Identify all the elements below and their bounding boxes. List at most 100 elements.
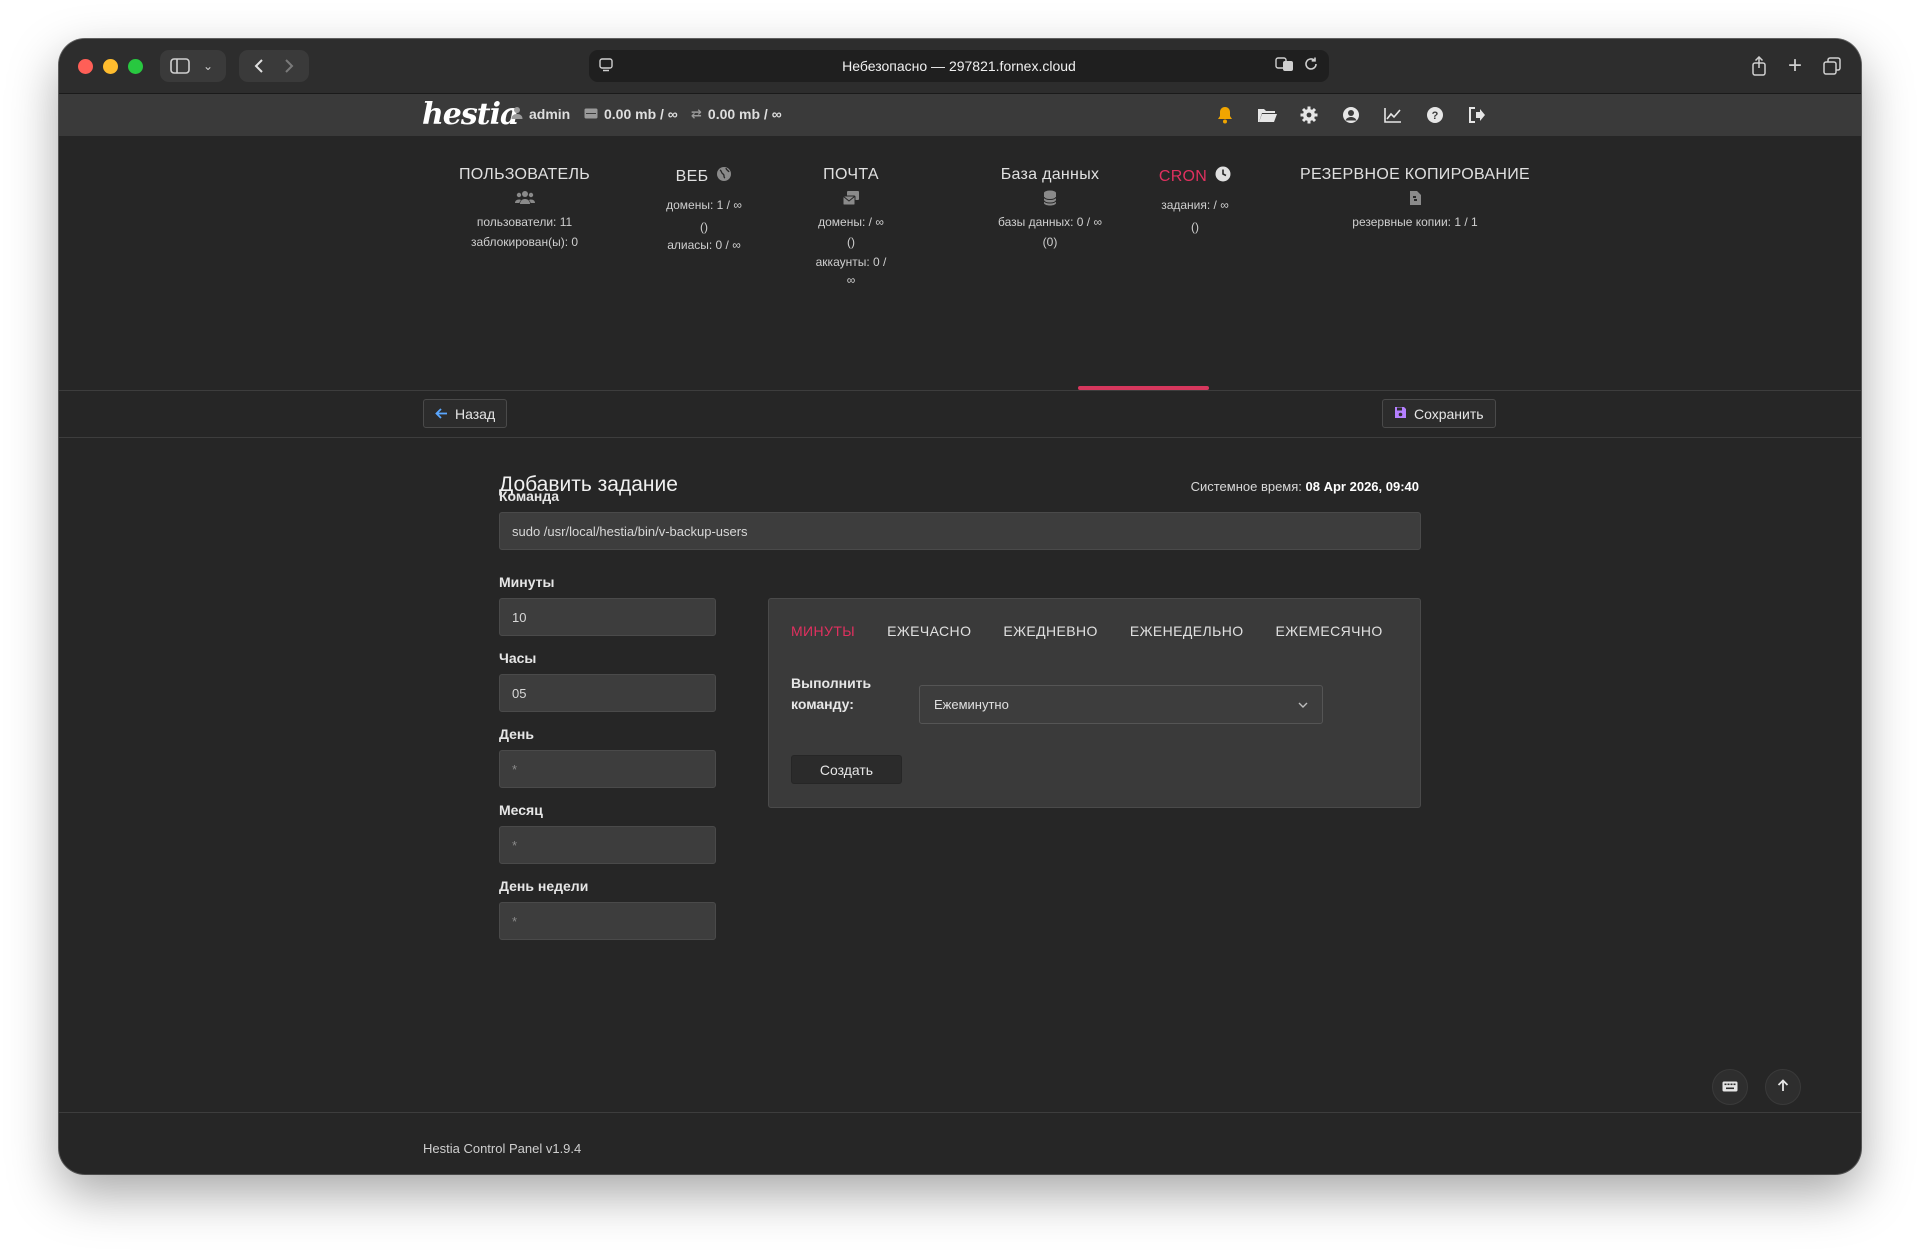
- hestia-logo[interactable]: hestia: [422, 97, 519, 132]
- web-domains-count: домены: 1 / ∞: [666, 198, 742, 212]
- tab-monthly[interactable]: ЕЖЕМЕСЯЧНО: [1276, 623, 1383, 639]
- scroll-to-top-button[interactable]: [1765, 1069, 1801, 1105]
- tab-cron[interactable]: CRON задания: / ∞ (): [1152, 166, 1238, 235]
- mail-domains-extra: (): [847, 235, 855, 249]
- day-input[interactable]: *: [499, 750, 716, 788]
- tab-weekly[interactable]: ЕЖЕНЕДЕЛЬНО: [1130, 623, 1244, 639]
- command-input[interactable]: sudo /usr/local/hestia/bin/v-backup-user…: [499, 512, 1421, 550]
- file-manager-folder-icon[interactable]: [1255, 103, 1279, 127]
- close-window-button[interactable]: [78, 59, 93, 74]
- chevron-down-icon[interactable]: ⌄: [196, 51, 220, 81]
- arrow-left-icon: [435, 406, 448, 422]
- tab-database-title: База данных: [1000, 166, 1100, 183]
- hestia-header: hestia admin 0.00 mb / ∞ ⇄ 0.00 mb / ∞ ?: [59, 94, 1861, 136]
- cron-jobs-count: задания: / ∞: [1161, 198, 1229, 212]
- suspended-count: заблокирован(ы): 0: [470, 235, 579, 249]
- frequency-select-value: Ежеминутно: [934, 697, 1009, 712]
- cron-generator-tabs: МИНУТЫ ЕЖЕЧАСНО ЕЖЕДНЕВНО ЕЖЕНЕДЕЛЬНО ЕЖ…: [791, 623, 1383, 639]
- create-button[interactable]: Создать: [791, 755, 902, 784]
- mail-accounts-limit: ∞: [846, 273, 856, 287]
- user-indicator[interactable]: admin: [511, 106, 570, 122]
- disk-usage: 0.00 mb / ∞: [584, 106, 678, 122]
- backup-file-icon: [1285, 190, 1545, 208]
- minutes-input[interactable]: 10: [499, 598, 716, 636]
- web-domains-extra: (): [700, 220, 708, 234]
- databases-count: базы данных: 0 / ∞: [997, 215, 1103, 229]
- arrow-up-icon: [1777, 1078, 1789, 1096]
- disk-icon: [584, 107, 598, 122]
- notifications-bell-icon[interactable]: [1213, 103, 1237, 127]
- month-label: Месяц: [499, 802, 543, 818]
- frequency-select[interactable]: Ежеминутно: [919, 685, 1323, 724]
- save-button[interactable]: Сохранить: [1382, 399, 1496, 428]
- tab-daily[interactable]: ЕЖЕДНЕВНО: [1003, 623, 1097, 639]
- backups-count: резервные копии: 1 / 1: [1352, 215, 1478, 229]
- zoom-window-button[interactable]: [128, 59, 143, 74]
- statistics-chart-icon[interactable]: [1381, 103, 1405, 127]
- settings-gear-icon[interactable]: [1297, 103, 1321, 127]
- command-label: Команда: [499, 488, 559, 504]
- users-count: пользователи: 11: [476, 215, 573, 229]
- svg-text:?: ?: [1432, 110, 1439, 122]
- tab-user-title: ПОЛЬЗОВАТЕЛЬ: [458, 166, 591, 183]
- bandwidth-usage: ⇄ 0.00 mb / ∞: [691, 106, 782, 122]
- share-icon[interactable]: [1745, 51, 1773, 81]
- help-question-icon[interactable]: ?: [1423, 103, 1447, 127]
- back-button[interactable]: Назад: [423, 399, 508, 428]
- back-button-label: Назад: [455, 405, 496, 422]
- day-label: День: [499, 726, 534, 742]
- back-nav-icon[interactable]: [245, 51, 273, 81]
- stats-tabs: ПОЛЬЗОВАТЕЛЬ пользователи: 11 заблокиров…: [59, 136, 1861, 391]
- weekday-label: День недели: [499, 878, 589, 894]
- cron-generator: МИНУТЫ ЕЖЕЧАСНО ЕЖЕДНЕВНО ЕЖЕНЕДЕЛЬНО ЕЖ…: [768, 598, 1421, 808]
- tab-web[interactable]: ВЕБ домены: 1 / ∞ () алиасы: 0 / ∞: [650, 166, 758, 253]
- transfer-icon: ⇄: [691, 106, 702, 121]
- tab-database[interactable]: База данных базы данных: 0 / ∞ (0): [980, 166, 1120, 250]
- browser-window: ⌄ Небезопасно — 297821.fornex.cloud + he…: [59, 39, 1861, 1174]
- keyboard-icon: [1722, 1079, 1738, 1096]
- address-bar[interactable]: Небезопасно — 297821.fornex.cloud: [589, 50, 1329, 82]
- minutes-label: Минуты: [499, 574, 555, 590]
- system-time: Системное время: 08 Apr 2026, 09:40: [1191, 479, 1419, 494]
- month-input[interactable]: *: [499, 826, 716, 864]
- active-tab-indicator: [1078, 386, 1209, 390]
- translate-icon[interactable]: [1275, 56, 1295, 76]
- minimize-window-button[interactable]: [103, 59, 118, 74]
- browser-toolbar: ⌄ Небезопасно — 297821.fornex.cloud +: [59, 39, 1861, 94]
- globe-icon: [716, 166, 732, 187]
- tab-minutes[interactable]: МИНУТЫ: [791, 623, 855, 639]
- tabs-overview-icon[interactable]: [1818, 51, 1846, 81]
- address-text: Небезопасно — 297821.fornex.cloud: [842, 58, 1076, 74]
- footer: Hestia Control Panel v1.9.4: [59, 1112, 1861, 1174]
- account-circle-icon[interactable]: [1339, 103, 1363, 127]
- hours-label: Часы: [499, 650, 537, 666]
- cron-jobs-extra: (): [1191, 220, 1199, 234]
- tab-mail-title: ПОЧТА: [823, 166, 879, 183]
- tab-backup-title: РЕЗЕРВНОЕ КОПИРОВАНИЕ: [1300, 166, 1530, 183]
- header-icons: ?: [1213, 103, 1489, 127]
- run-command-label-line2: команду:: [791, 696, 854, 712]
- tab-mail[interactable]: ПОЧТА домены: / ∞ () аккаунты: 0 / ∞: [797, 166, 905, 288]
- disk-usage-value: 0.00 mb / ∞: [604, 106, 678, 122]
- page-menu-icon[interactable]: [599, 58, 613, 72]
- hours-input[interactable]: 05: [499, 674, 716, 712]
- forward-nav-icon[interactable]: [275, 51, 303, 81]
- logout-icon[interactable]: [1465, 103, 1489, 127]
- run-command-label: Выполнить команду:: [791, 673, 871, 715]
- system-time-value: 08 Apr 2026, 09:40: [1305, 479, 1419, 494]
- floppy-disk-icon: [1394, 406, 1407, 422]
- tab-user[interactable]: ПОЛЬЗОВАТЕЛЬ пользователи: 11 заблокиров…: [457, 166, 592, 250]
- tab-hourly[interactable]: ЕЖЕЧАСНО: [887, 623, 971, 639]
- reload-icon[interactable]: [1303, 56, 1319, 76]
- databases-extra: (0): [1042, 235, 1058, 249]
- system-time-label: Системное время:: [1190, 479, 1302, 494]
- user-icon: [511, 106, 523, 122]
- users-icon: [457, 190, 592, 208]
- run-command-label-line1: Выполнить: [791, 675, 872, 691]
- tab-web-title: ВЕБ: [675, 167, 709, 185]
- tab-backup[interactable]: РЕЗЕРВНОЕ КОПИРОВАНИЕ резервные копии: 1…: [1285, 166, 1545, 230]
- weekday-input[interactable]: *: [499, 902, 716, 940]
- sidebar-icon[interactable]: [166, 51, 194, 81]
- keyboard-shortcuts-button[interactable]: [1712, 1069, 1748, 1105]
- new-tab-icon[interactable]: +: [1781, 51, 1809, 81]
